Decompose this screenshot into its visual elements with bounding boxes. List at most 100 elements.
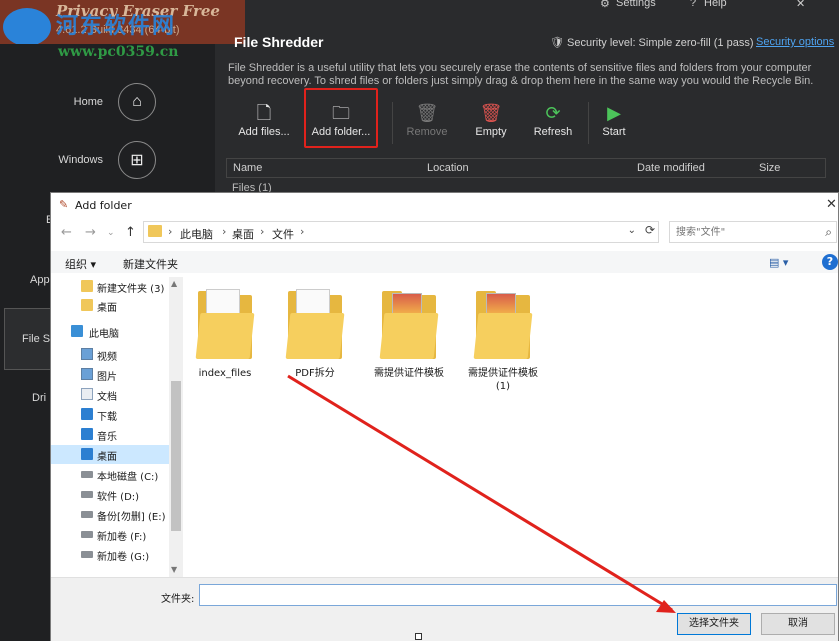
- command-bar: 组织 ▾ 新建文件夹 ▤ ▾ ?: [51, 251, 838, 273]
- tree-item[interactable]: 下载: [51, 405, 169, 424]
- folder-name-field[interactable]: [199, 584, 837, 606]
- tree-item[interactable]: 此电脑: [51, 322, 169, 341]
- top-menu: ⚙ Settings ? Help ✕: [560, 0, 839, 14]
- folder-item[interactable]: 需提供证件模板 (1): [461, 289, 545, 393]
- chevron-down-icon[interactable]: ⌄: [628, 225, 636, 236]
- tree-item[interactable]: 新加卷 (G:): [51, 545, 169, 564]
- refresh-icon[interactable]: ⟳: [641, 223, 659, 241]
- tree-item-label: 软件 (D:): [97, 492, 140, 503]
- breadcrumb-files[interactable]: 文件: [272, 226, 294, 242]
- address-bar[interactable]: › 此电脑 › 桌面 › 文件 › ⌄: [143, 221, 659, 243]
- close-icon[interactable]: ✕: [826, 197, 838, 213]
- column-size[interactable]: Size: [759, 162, 780, 174]
- tree-item-label: 本地磁盘 (C:): [97, 472, 159, 483]
- tree-item-label: 桌面: [97, 452, 117, 463]
- tree-item[interactable]: 文档: [51, 385, 169, 404]
- file-list: index_files PDF拆分 需提供证件模板 需提供证件模板 (1): [191, 289, 831, 569]
- drive-icon: [81, 511, 93, 518]
- folder-item[interactable]: PDF拆分: [273, 289, 357, 380]
- settings-link[interactable]: Settings: [616, 0, 656, 9]
- tree-item-label: 图片: [97, 372, 117, 383]
- app-logo-bar: Privacy Eraser Free 4.61.2 Build 3434 (6…: [0, 0, 245, 44]
- tree-item[interactable]: 音乐: [51, 425, 169, 444]
- nav-item-home[interactable]: Home ⌂: [0, 76, 215, 130]
- tree-scrollbar[interactable]: ▲ ▼: [169, 277, 183, 577]
- security-options-link[interactable]: Security options: [756, 36, 834, 48]
- folder-name: 需提供证件模板 (1): [468, 368, 538, 392]
- breadcrumb-separator: ›: [260, 225, 265, 238]
- toolbar-label: Remove: [406, 126, 448, 138]
- select-folder-button[interactable]: 选择文件夹: [677, 613, 751, 635]
- toolbar-label: Refresh: [533, 126, 573, 138]
- tree-item-label: 下载: [97, 412, 117, 423]
- recent-locations-icon[interactable]: ⌄: [107, 228, 115, 238]
- start-button[interactable]: ▶ Start: [581, 100, 647, 148]
- tree-item-label: 新加卷 (F:): [97, 532, 147, 543]
- remove-button[interactable]: 🗑 Remove: [394, 100, 460, 148]
- search-icon: ⌕: [825, 225, 832, 239]
- page-description: File Shredder is a useful utility that l…: [228, 62, 814, 87]
- tree-item[interactable]: 备份[勿删] (E:): [51, 505, 169, 524]
- tree-item-label: 此电脑: [89, 329, 119, 340]
- toolbar-label: Empty: [475, 126, 507, 138]
- tree-item-label: 文档: [97, 392, 117, 403]
- scrollbar-thumb[interactable]: [171, 381, 181, 531]
- search-input[interactable]: [676, 225, 816, 239]
- resize-handle[interactable]: [415, 633, 422, 640]
- tree-item[interactable]: 桌面: [51, 296, 169, 315]
- help-link[interactable]: Help: [704, 0, 727, 9]
- dialog-titlebar: ✎ Add folder ✕: [51, 193, 838, 217]
- nav-item-file-shredder[interactable]: File S: [22, 333, 50, 345]
- address-row: ← → ⌄ ↑ › 此电脑 › 桌面 › 文件 › ⌄ ⟳ ⌕: [51, 219, 838, 247]
- back-icon[interactable]: ←: [61, 225, 72, 240]
- toolbar-label: Start: [602, 126, 626, 138]
- tree-item[interactable]: 图片: [51, 365, 169, 384]
- cancel-button[interactable]: 取消: [761, 613, 835, 635]
- scroll-down-icon[interactable]: ▼: [171, 565, 177, 574]
- file-grid-header: Name Location Date modified Size: [226, 158, 826, 178]
- breadcrumb-desktop[interactable]: 桌面: [232, 226, 254, 242]
- desktop-icon: [81, 448, 93, 460]
- close-app-icon[interactable]: ✕: [796, 0, 805, 10]
- tree-item-label: 音乐: [97, 432, 117, 443]
- column-name[interactable]: Name: [233, 162, 262, 174]
- breadcrumb-separator: ›: [168, 225, 173, 238]
- pictures-icon: [81, 368, 93, 380]
- drive-icon: [81, 551, 93, 558]
- remove-icon: 🗑: [415, 103, 439, 123]
- add-files-icon: 🗋: [256, 103, 272, 123]
- breadcrumb-this-pc[interactable]: 此电脑: [180, 226, 213, 242]
- empty-button[interactable]: 🗑 Empty: [458, 100, 524, 148]
- breadcrumb-separator: ›: [222, 225, 227, 238]
- start-icon: ▶: [607, 103, 621, 123]
- tree-item[interactable]: 视频: [51, 345, 169, 364]
- column-location[interactable]: Location: [427, 162, 469, 174]
- folder-name: index_files: [198, 368, 252, 379]
- folder-item[interactable]: index_files: [183, 289, 267, 380]
- tree-item[interactable]: 桌面: [51, 445, 169, 464]
- tree-item[interactable]: 本地磁盘 (C:): [51, 465, 169, 484]
- forward-icon[interactable]: →: [85, 225, 96, 240]
- help-icon[interactable]: ?: [822, 254, 838, 270]
- download-icon: [81, 408, 93, 420]
- up-icon[interactable]: ↑: [125, 225, 136, 240]
- toolbar-separator: [392, 102, 393, 144]
- tree-item[interactable]: 软件 (D:): [51, 485, 169, 504]
- add-files-button[interactable]: 🗋 Add files...: [231, 100, 297, 148]
- nav-item-drive[interactable]: Dri: [32, 392, 46, 404]
- refresh-button[interactable]: ⟳ Refresh: [520, 100, 586, 148]
- gear-icon[interactable]: ⚙: [600, 0, 610, 10]
- folder-icon: [81, 280, 93, 292]
- video-icon: [81, 348, 93, 360]
- nav-item-applications[interactable]: Appl: [30, 274, 52, 286]
- help-icon[interactable]: ?: [690, 0, 696, 9]
- folder-item[interactable]: 需提供证件模板: [367, 289, 451, 380]
- scroll-up-icon[interactable]: ▲: [171, 279, 177, 288]
- tree-item[interactable]: 新加卷 (F:): [51, 525, 169, 544]
- nav-item-windows[interactable]: Windows ⊞: [0, 134, 215, 188]
- tree-item[interactable]: 新建文件夹 (3): [51, 277, 169, 296]
- column-date-modified[interactable]: Date modified: [637, 162, 705, 174]
- new-folder-button[interactable]: 新建文件夹: [123, 256, 178, 272]
- organize-button[interactable]: 组织 ▾: [65, 256, 96, 272]
- view-options-icon[interactable]: ▤ ▾: [769, 256, 788, 269]
